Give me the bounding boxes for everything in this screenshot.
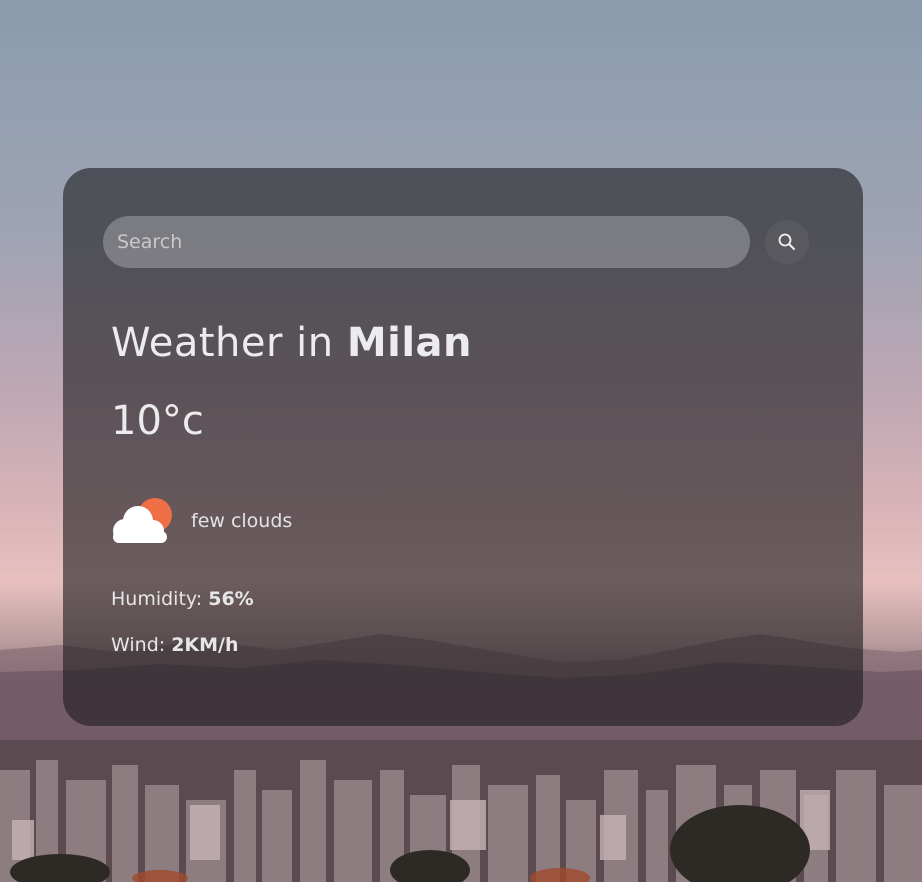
temperature: 10°c <box>111 398 204 444</box>
search-button[interactable] <box>765 220 809 264</box>
city-name: Milan <box>346 320 473 366</box>
wind-label: Wind: <box>111 634 172 656</box>
wind: Wind: 2KM/h <box>111 634 239 656</box>
search-input[interactable] <box>103 216 750 268</box>
search-bar <box>103 216 811 270</box>
title-prefix: Weather in <box>111 320 347 366</box>
search-icon <box>778 233 795 250</box>
condition-description: few clouds <box>191 510 293 532</box>
wind-value: 2KM/h <box>171 634 239 656</box>
weather-title: Weather in Milan <box>111 320 472 366</box>
humidity-value: 56% <box>208 588 254 610</box>
humidity-label: Humidity: <box>111 588 209 610</box>
weather-card: Weather in Milan 10°c few clouds Humidit… <box>63 168 863 726</box>
few-clouds-icon <box>113 498 172 543</box>
weather-condition: few clouds <box>107 496 292 546</box>
humidity: Humidity: 56% <box>111 588 254 610</box>
